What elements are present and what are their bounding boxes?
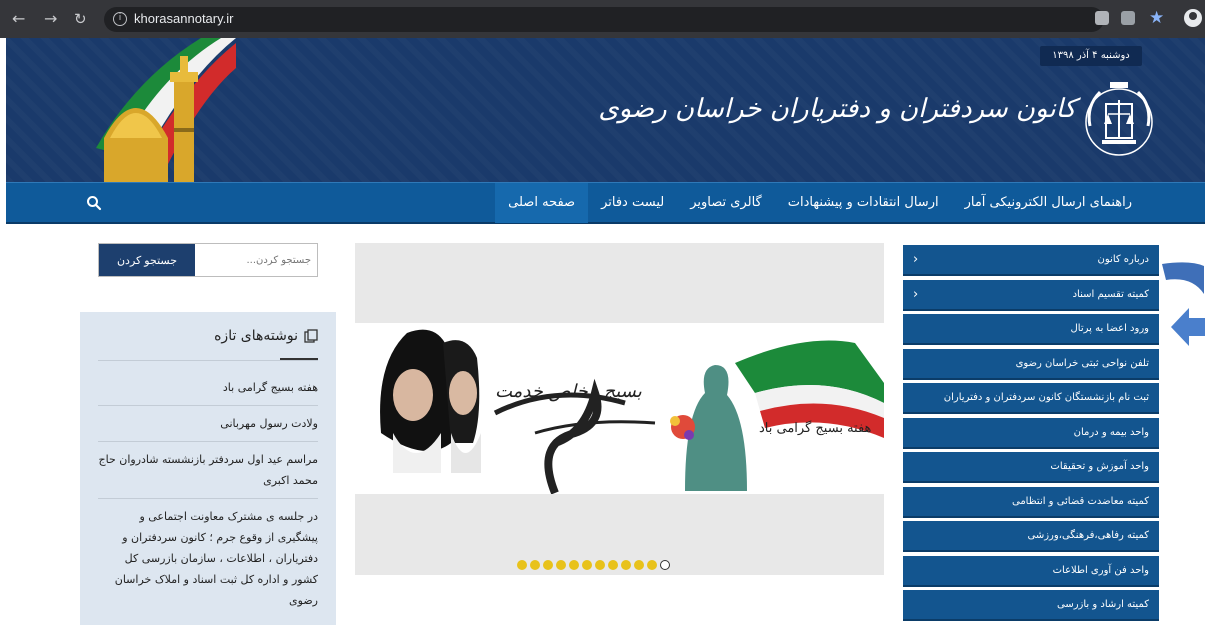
menu-item-home[interactable]: صفحه اصلی xyxy=(495,183,589,223)
recent-posts-widget: نوشته‌های تازه هفته بسیج گرامی باد ولادت… xyxy=(80,312,336,625)
sidebar-item-welfare-committee[interactable]: کمیته رفاهی،فرهنگی،ورزشی xyxy=(903,521,1159,552)
banner-calligraphy: بسیج مخلص خدمت xyxy=(495,381,642,402)
menu-item-gallery[interactable]: گالری تصاویر xyxy=(677,183,775,223)
menu-item-offices-list[interactable]: لیست دفاتر xyxy=(588,183,677,223)
slider-dot[interactable] xyxy=(621,560,631,570)
list-item[interactable]: مراسم عید اول سردفتر بازنشسته شادروان حا… xyxy=(98,442,318,499)
slider-dot[interactable] xyxy=(517,560,527,570)
main-menu: صفحه اصلی لیست دفاتر گالری تصاویر ارسال … xyxy=(6,182,1205,224)
slide-banner[interactable]: هفته بسیج گرامی باد بسیج مخلص خدمت xyxy=(355,323,884,494)
site-header: دوشنبه ۴ آذر ۱۳۹۸ کانون سردفتران و دفتری… xyxy=(6,38,1205,182)
recent-posts-title: نوشته‌های تازه xyxy=(214,328,298,344)
slider-dot[interactable] xyxy=(530,560,540,570)
sidebar-item-education[interactable]: واحد آموزش و تحقیقات xyxy=(903,452,1159,483)
search-button[interactable]: جستجو کردن xyxy=(99,244,195,276)
chevron-left-icon: ‹ xyxy=(913,252,919,267)
sidebar-item-it-unit[interactable]: واحد فن آوری اطلاعات xyxy=(903,555,1159,587)
bookmark-star-icon[interactable]: ★ xyxy=(1149,8,1164,28)
translate-icon[interactable] xyxy=(1121,11,1135,25)
sidebar-item-inspection-committee[interactable]: کمیته ارشاد و بازرسی xyxy=(903,590,1159,621)
search-input[interactable] xyxy=(196,244,317,276)
chevron-left-icon: ‹ xyxy=(913,286,919,302)
browser-toolbar: ← → ↻ i khorasannotary.ir ★ xyxy=(0,0,1205,38)
menu-items: صفحه اصلی لیست دفاتر گالری تصاویر ارسال … xyxy=(495,183,1145,223)
banner-text: هفته بسیج گرامی باد xyxy=(759,421,872,436)
menu-item-feedback[interactable]: ارسال انتقادات و پیشنهادات xyxy=(775,183,952,223)
slider-dot[interactable] xyxy=(569,560,579,570)
recent-posts-header: نوشته‌های تازه xyxy=(214,328,318,344)
slider-dot[interactable] xyxy=(543,560,553,570)
image-slider[interactable]: هفته بسیج گرامی باد بسیج مخلص خدمت xyxy=(355,243,884,575)
basij-banner-image xyxy=(380,329,884,494)
profile-avatar[interactable] xyxy=(1184,9,1202,27)
slider-pagination xyxy=(517,560,670,570)
shrine-dome-image xyxy=(96,38,236,182)
sidebar-item-registry-phones[interactable]: تلفن نواحی ثبتی خراسان رضوی xyxy=(903,348,1159,380)
extension-icon[interactable] xyxy=(1095,11,1109,25)
address-bar[interactable]: i khorasannotary.ir xyxy=(104,7,1104,32)
recent-posts-list: هفته بسیج گرامی باد ولادت رسول مهربانی م… xyxy=(98,370,318,618)
sidebar-item-retirees-registration[interactable]: ثبت نام بازنشستگان کانون سردفتران و دفتر… xyxy=(903,383,1159,414)
sidebar-item-insurance[interactable]: واحد بیمه و درمان xyxy=(903,417,1159,449)
list-item[interactable]: ولادت رسول مهربانی xyxy=(98,406,318,442)
copy-icon xyxy=(304,329,318,343)
emblem-logo[interactable] xyxy=(1076,76,1162,162)
curved-arrow-icon xyxy=(1162,262,1204,294)
slider-dot[interactable] xyxy=(608,560,618,570)
site-title[interactable]: کانون سردفتران و دفتریاران خراسان رضوی xyxy=(598,94,1076,124)
search-icon[interactable] xyxy=(86,195,102,211)
list-item[interactable]: هفته بسیج گرامی باد xyxy=(98,370,318,406)
sidebar-item-portal-login[interactable]: ورود اعضا به پرتال xyxy=(903,314,1159,345)
back-arrow-icon[interactable]: ← xyxy=(12,9,25,29)
menu-item-stats-guide[interactable]: راهنمای ارسال الکترونیکی آمار xyxy=(952,183,1145,223)
slider-dot[interactable] xyxy=(582,560,592,570)
forward-arrow-icon[interactable]: → xyxy=(44,9,57,29)
slider-dot[interactable] xyxy=(647,560,657,570)
info-icon[interactable]: i xyxy=(113,12,127,26)
slider-dot[interactable] xyxy=(556,560,566,570)
sidebar-item-documents-committee[interactable]: کمیته تقسیم اسناد ‹ xyxy=(903,279,1159,311)
slider-dot[interactable] xyxy=(595,560,605,570)
sidebar-menu: درباره کانون ‹ کمیته تقسیم اسناد ‹ ورود اع… xyxy=(903,245,1159,625)
reload-icon[interactable]: ↻ xyxy=(74,9,87,29)
slider-dot[interactable] xyxy=(634,560,644,570)
sidebar-item-legal-committee[interactable]: کمیته معاضدت قضائی و انتظامی xyxy=(903,486,1159,518)
slider-dot-active[interactable] xyxy=(660,560,670,570)
list-item[interactable]: در جلسه ی مشترک معاونت اجتماعی و پیشگیری… xyxy=(98,499,318,618)
date-badge: دوشنبه ۴ آذر ۱۳۹۸ xyxy=(1040,46,1142,66)
url-text: khorasannotary.ir xyxy=(134,11,234,26)
left-arrow-icon xyxy=(1171,308,1205,346)
sidebar-item-about[interactable]: درباره کانون ‹ xyxy=(903,245,1159,276)
sidebar-search: جستجو کردن xyxy=(98,243,318,277)
